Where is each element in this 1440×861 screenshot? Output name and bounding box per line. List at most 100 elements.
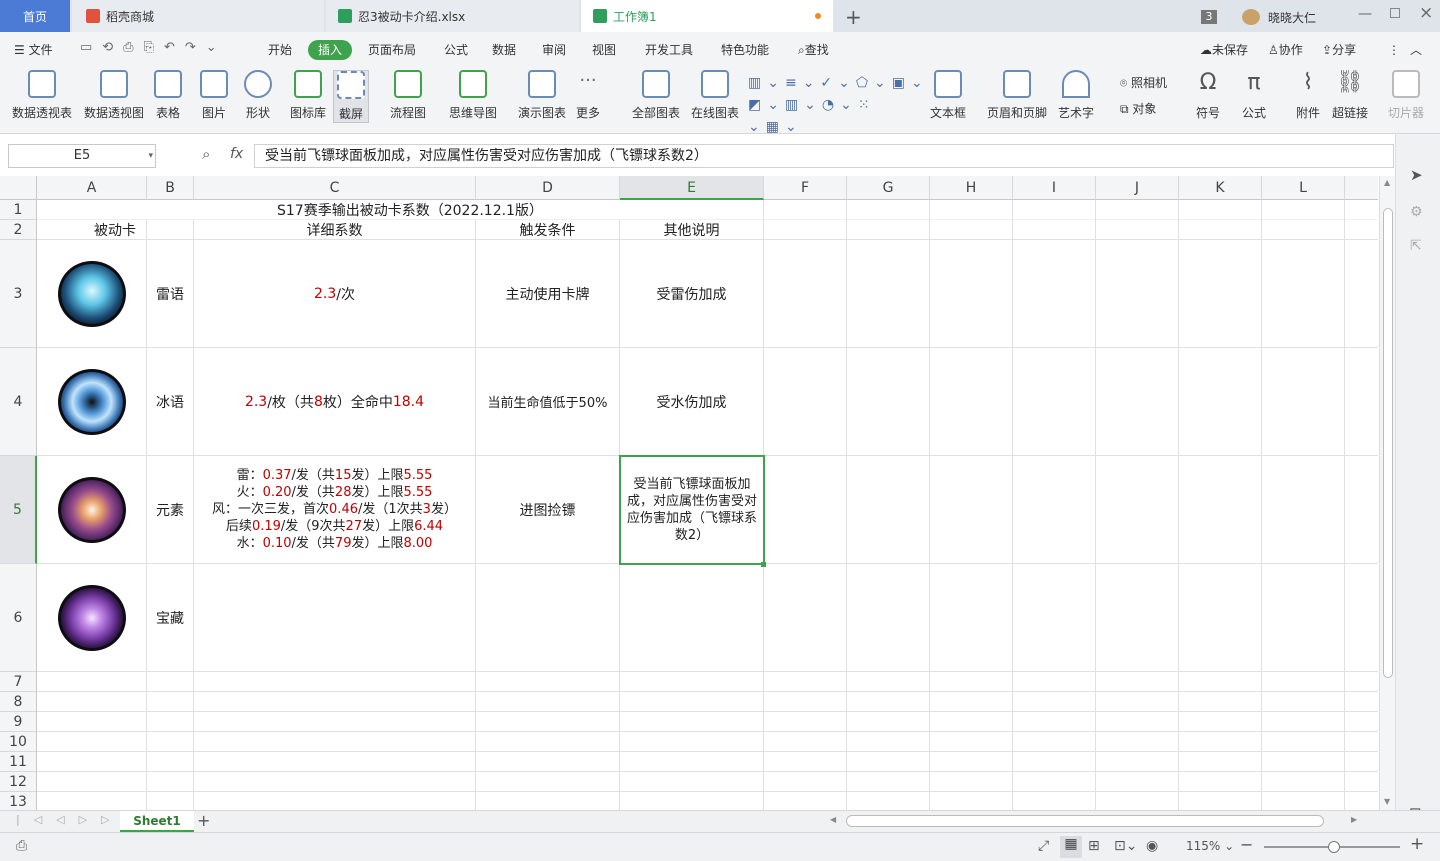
formula-input[interactable]: 受当前飞镖球面板加成，对应属性伤害受对应伤害加成（飞镖球系数2） [254,144,1394,168]
menu-data[interactable]: 数据 [492,40,516,60]
attachment-tool[interactable]: ⌇ 附件 [1296,70,1320,121]
table-tool[interactable]: 表格 [154,70,182,121]
sheet-title-cell[interactable]: S17赛季输出被动卡系数（2022.12.1版） [37,200,763,220]
all-charts-tool[interactable]: 全部图表 [632,70,680,121]
card-name-cell[interactable]: 雷语 [147,240,193,347]
coefficient-cell[interactable]: 2.3/次 [194,240,475,347]
eye-protection-icon[interactable]: ◉ [1146,838,1158,854]
menu-features[interactable]: 特色功能 [721,40,769,60]
vertical-scrollbar[interactable]: ▲ ▼ [1379,176,1395,810]
picture-tool[interactable]: 图片 [200,70,228,121]
row-header-9[interactable]: 9 [0,712,37,732]
note-cell[interactable]: 受雷伤加成 [620,240,763,347]
flowchart-tool[interactable]: 流程图 [390,70,426,121]
row-header-6[interactable]: 6 [0,564,37,672]
avatar[interactable] [1242,9,1260,25]
column-header-i[interactable]: I [1013,176,1096,200]
collab-button[interactable]: ♙协作 [1268,40,1303,60]
trigger-cell[interactable]: 主动使用卡牌 [476,240,619,347]
row-header-12[interactable]: 12 [0,772,37,792]
user-name[interactable]: 晓晓大仁 [1268,9,1316,26]
column-header-a[interactable]: A [37,176,147,200]
select-all-corner[interactable] [0,176,37,200]
row-header-13[interactable]: 13 [0,792,37,810]
icon-library-tool[interactable]: 图标库 [290,70,326,121]
new-tab-button[interactable]: + [845,5,862,29]
shape-tool[interactable]: 形状 [244,70,272,121]
share-panel-icon[interactable]: ⇱ [1410,238,1422,254]
column-header-c[interactable]: C [194,176,476,200]
column-header-h[interactable]: H [930,176,1013,200]
more-menu-icon[interactable]: ⋮ [1388,40,1400,60]
chart-type-icons[interactable]: ▥⌄≡⌄✓⌄⬠⌄▣⌄ ◩⌄▥⌄◔⌄⁙⌄▦⌄ [748,72,923,135]
collapse-ribbon-icon[interactable]: ︿ [1410,40,1422,60]
row-header-7[interactable]: 7 [0,672,37,692]
header-footer-tool[interactable]: 页眉和页脚 [987,70,1047,121]
screenshot-tool[interactable]: 截屏 [333,70,369,123]
scroll-right-icon[interactable]: ▶ [1351,815,1357,824]
card-name-cell[interactable]: 宝藏 [147,564,193,671]
file-menu[interactable]: ☰ 文件 [14,40,53,60]
card-name-cell[interactable]: 元素 [147,456,193,563]
row-header-11[interactable]: 11 [0,752,37,772]
textbox-tool[interactable]: 文本框 [930,70,966,121]
mindmap-tool[interactable]: 思维导图 [449,70,497,121]
settings-panel-icon[interactable]: ⚙ [1410,204,1423,220]
row-header-4[interactable]: 4 [0,348,37,456]
spreadsheet-grid[interactable]: A B C D E F G H I J K L 1 2 3 4 5 6 7 8 … [0,176,1378,810]
thunder-card-icon[interactable] [58,261,126,327]
tab-docer-store[interactable]: 稻壳商城 [72,0,324,32]
name-box[interactable]: E5 ▾ [8,144,156,168]
quick-access-icons[interactable]: ▭⟲⎙⎘↶↷⌄ [80,40,227,55]
card-name-cell[interactable]: 冰语 [147,348,193,455]
selected-note-cell[interactable]: 受当前飞镖球面板加成，对应属性伤害受对应伤害加成（飞镖球系数2） [619,455,765,565]
fill-handle[interactable] [761,562,766,567]
header-detail-coefficient[interactable]: 详细系数 [194,220,475,240]
column-header-b[interactable]: B [147,176,194,200]
unsaved-button[interactable]: ☁未保存 [1200,40,1248,60]
horizontal-scroll-thumb[interactable] [846,815,1324,827]
header-trigger-condition[interactable]: 触发条件 [476,220,619,240]
menu-developer[interactable]: 开发工具 [645,40,693,60]
row-header-10[interactable]: 10 [0,732,37,752]
menu-review[interactable]: 审阅 [542,40,566,60]
row-header-3[interactable]: 3 [0,240,37,348]
zoom-formula-icon[interactable]: ⌕ [202,145,210,163]
window-count-badge[interactable]: 3 [1201,10,1217,24]
element-card-icon[interactable] [58,477,126,543]
treasure-card-icon[interactable] [58,585,126,651]
pivot-table-tool[interactable]: 数据透视表 [12,70,72,121]
minimize-button[interactable]: — [1358,6,1372,22]
row-header-1[interactable]: 1 [0,200,37,220]
menu-page-layout[interactable]: 页面布局 [368,40,416,60]
vertical-scroll-thumb[interactable] [1383,208,1393,678]
hyperlink-tool[interactable]: ⛓ 超链接 [1332,70,1368,121]
horizontal-scrollbar[interactable]: ◀ ▶ [816,815,1370,828]
column-header-e[interactable]: E [620,176,764,200]
scroll-up-icon[interactable]: ▲ [1384,178,1390,187]
column-header-g[interactable]: G [847,176,930,200]
menu-formula[interactable]: 公式 [444,40,468,60]
coefficient-cell[interactable]: 2.3/枚（共 8 枚）全命中 18.4 [194,348,475,455]
row-header-8[interactable]: 8 [0,692,37,712]
share-button[interactable]: ⇪分享 [1322,40,1356,60]
pointer-icon[interactable]: ➤ [1410,166,1423,184]
demo-chart-tool[interactable]: 演示图表 [518,70,566,121]
formula-tool[interactable]: π 公式 [1242,70,1266,121]
column-header-j[interactable]: J [1096,176,1179,200]
ice-card-icon[interactable] [58,369,126,435]
zoom-slider-handle[interactable] [1328,841,1340,853]
pivot-chart-tool[interactable]: 数据透视图 [84,70,144,121]
online-chart-tool[interactable]: 在线图表 [691,70,739,121]
add-sheet-button[interactable]: + [197,811,210,830]
zoom-out-button[interactable]: − [1240,835,1253,854]
tab-home[interactable]: 首页 [0,0,70,32]
trigger-cell[interactable]: 当前生命值低于50% [476,348,619,455]
column-header-f[interactable]: F [764,176,847,200]
zoom-in-button[interactable]: + [1410,834,1424,854]
menu-start[interactable]: 开始 [268,40,292,60]
column-header-k[interactable]: K [1179,176,1262,200]
close-button[interactable]: × [1419,3,1433,23]
zoom-slider[interactable] [1264,841,1400,853]
menu-view[interactable]: 视图 [592,40,616,60]
